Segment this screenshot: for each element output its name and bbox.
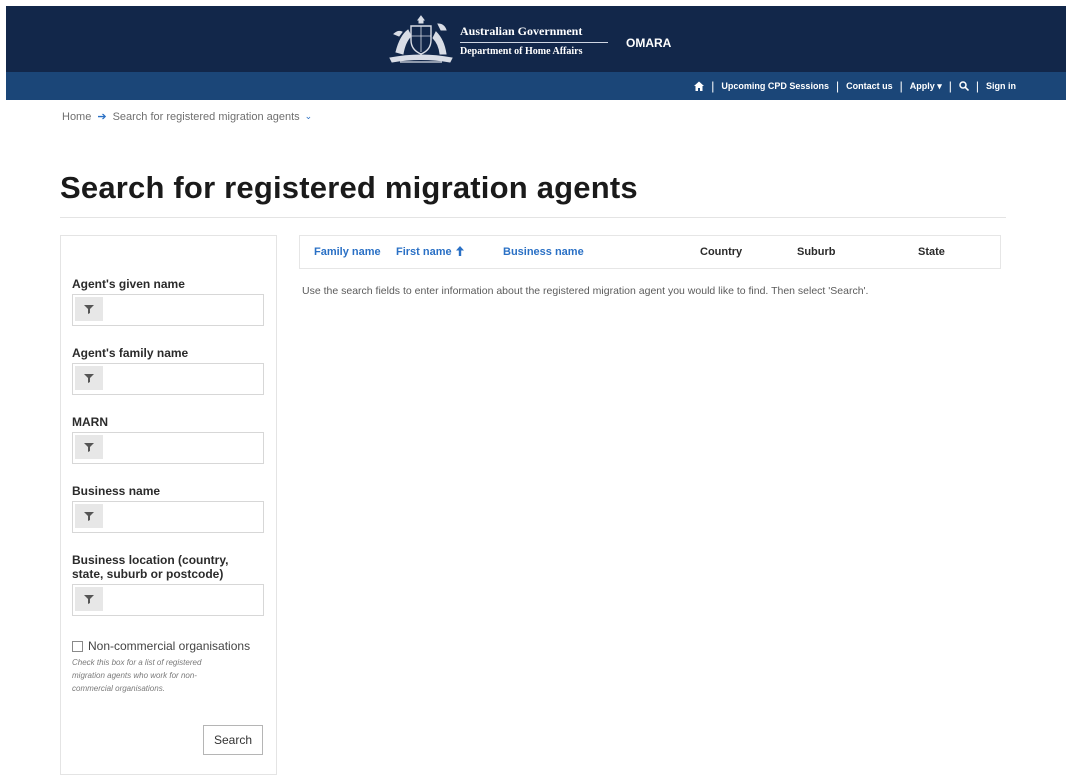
business-location-label: Business location (country, state, subur… [72,553,228,581]
nav-separator: | [975,79,979,93]
results-empty-message: Use the search fields to enter informati… [302,285,869,297]
nav-separator: | [899,79,903,93]
business-location-field[interactable] [72,584,264,616]
nav-sign-in[interactable]: Sign in [986,81,1016,91]
page-title: Search for registered migration agents [60,170,638,205]
business-name-field[interactable] [72,501,264,533]
column-first-name[interactable]: First name [396,246,464,258]
home-icon[interactable] [694,81,705,91]
breadcrumb: Home ➔ Search for registered migration a… [62,110,313,124]
search-button[interactable]: Search [203,725,263,755]
marn-filter-button[interactable] [75,435,103,459]
column-state: State [918,246,945,258]
search-icon[interactable] [959,81,969,91]
given-name-label: Agent's given name [72,277,185,291]
page-frame: Australian Government Department of Home… [6,6,1066,775]
filter-icon [84,443,94,452]
help-line-1: Check this box for a list of registered [72,658,202,667]
column-business-name[interactable]: Business name [503,246,584,258]
gov-line-1: Australian Government [460,24,583,38]
marn-field[interactable] [72,432,264,464]
business-location-filter-button[interactable] [75,587,103,611]
business-name-filter-button[interactable] [75,504,103,528]
marn-label: MARN [72,415,108,429]
filter-icon [84,374,94,383]
title-divider [60,217,1006,218]
business-location-label-line2: state, suburb or postcode) [72,567,224,581]
chevron-down-icon[interactable]: ⌄ [305,111,313,122]
government-wordmark: Australian Government Department of Home… [460,24,608,58]
filter-icon [84,305,94,314]
nav-separator: | [711,79,715,93]
breadcrumb-arrow-icon: ➔ [97,111,107,123]
filter-icon [84,595,94,604]
noncommercial-row: Non-commercial organisations [72,639,250,653]
given-name-field[interactable] [72,294,264,326]
breadcrumb-current: Search for registered migration agents [112,110,300,123]
column-suburb: Suburb [797,246,836,258]
column-country: Country [700,246,743,258]
nav-upcoming-cpd[interactable]: Upcoming CPD Sessions [721,81,829,91]
nav-apply-dropdown[interactable]: Apply ▾ [910,81,942,92]
nav-bar: | Upcoming CPD Sessions | Contact us | A… [6,72,1066,100]
site-header: Australian Government Department of Home… [6,6,1066,72]
sort-ascending-icon [455,246,464,256]
breadcrumb-home[interactable]: Home [62,111,91,123]
help-line-3: commercial organisations. [72,684,165,693]
gov-line-2: Department of Home Affairs [460,46,583,57]
column-first-name-label: First name [396,246,452,258]
family-name-label: Agent's family name [72,346,189,360]
nav-separator: | [835,79,840,93]
help-line-2: migration agents who work for non- [72,671,197,680]
nav-contact-us[interactable]: Contact us [846,81,893,91]
filter-icon [84,512,94,521]
column-family-name[interactable]: Family name [314,246,381,258]
noncommercial-label[interactable]: Non-commercial organisations [88,639,250,653]
family-name-filter-button[interactable] [75,366,103,390]
nav-separator: | [948,79,952,93]
results-table-header: Family name First name Business name Cou… [299,235,1001,269]
business-location-label-line1: Business location (country, [72,553,229,567]
nav-links: | Upcoming CPD Sessions | Contact us | A… [694,72,1016,100]
app-name[interactable]: OMARA [626,36,671,50]
family-name-field[interactable] [72,363,264,395]
noncommercial-help-text: Check this box for a list of registered … [72,656,252,695]
filter-panel: Agent's given name Agent's family name M… [60,235,277,775]
coat-of-arms-logo [389,15,453,63]
given-name-filter-button[interactable] [75,297,103,321]
noncommercial-checkbox[interactable] [72,640,83,652]
wordmark-divider [460,42,608,43]
business-name-label: Business name [72,484,161,498]
